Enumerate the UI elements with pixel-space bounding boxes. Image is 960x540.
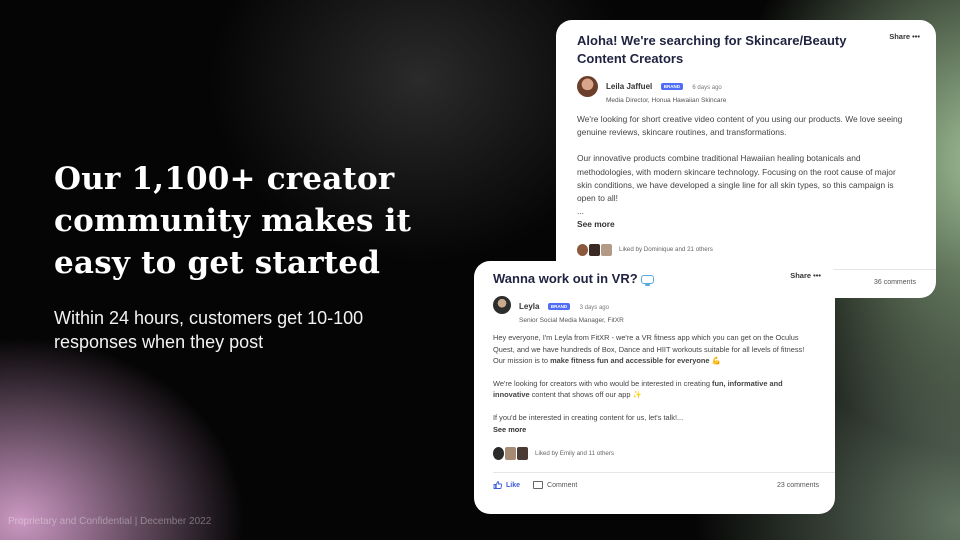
- likes-row: Liked by Emily and 11 others: [493, 447, 819, 461]
- author-name[interactable]: Leila Jaffuel: [606, 82, 652, 91]
- post-paragraph: Hey everyone, I'm Leyla from FitXR - we'…: [493, 332, 818, 367]
- like-label: Like: [506, 481, 521, 489]
- post-author: Leila Jaffuel BRAND 6 days ago Media Dir…: [577, 76, 916, 104]
- divider: [493, 472, 835, 474]
- post-paragraph: We're looking for creators with who woul…: [493, 378, 818, 401]
- avatar[interactable]: [493, 296, 511, 314]
- paragraph-text: content that shows off our app ✨: [529, 390, 642, 400]
- brand-badge: BRAND: [660, 83, 683, 90]
- paragraph-emphasis: make fitness fun and accessible for ever…: [550, 356, 710, 366]
- thumbs-up-icon: [493, 481, 502, 490]
- liker-avatar: [517, 447, 528, 461]
- liker-avatar: [589, 243, 600, 256]
- brand-badge: BRAND: [547, 303, 571, 310]
- post-card-vr: Share ••• Wanna work out in VR? Leyla BR…: [474, 261, 835, 514]
- paragraph-text: We're looking for creators with who woul…: [493, 378, 712, 388]
- post-body: Hey everyone, I'm Leyla from FitXR - we'…: [493, 332, 818, 435]
- post-paragraph: Our innovative products combine traditio…: [577, 153, 896, 204]
- paragraph-emoji: 💪: [709, 356, 721, 366]
- author-role: Senior Social Media Manager, FitXR: [519, 317, 624, 324]
- comment-label: Comment: [547, 481, 578, 489]
- liked-by-text[interactable]: Liked by Dominique and 21 others: [619, 246, 713, 253]
- comment-icon: [533, 481, 544, 490]
- author-name[interactable]: Leyla: [519, 302, 539, 311]
- comment-button[interactable]: Comment: [533, 481, 578, 490]
- post-time: 6 days ago: [692, 85, 722, 91]
- post-body: We're looking for short creative video c…: [577, 113, 907, 232]
- post-title-text: Wanna work out in VR?: [493, 271, 638, 286]
- post-title[interactable]: Aloha! We're searching for Skincare/Beau…: [577, 32, 877, 68]
- post-title[interactable]: Wanna work out in VR?: [493, 270, 819, 288]
- comments-count[interactable]: 23 comments: [777, 482, 819, 489]
- share-button[interactable]: Share •••: [790, 271, 821, 280]
- slide-subhead: Within 24 hours, customers get 10-100 re…: [54, 308, 364, 352]
- liker-avatar: [493, 447, 504, 461]
- liker-avatar: [577, 243, 588, 256]
- liker-avatar: [601, 243, 612, 256]
- like-button[interactable]: Like: [493, 481, 521, 490]
- post-actions: Like Comment 23 comments: [493, 481, 819, 490]
- post-ellipsis: ...: [577, 206, 584, 217]
- post-author: Leyla BRAND 3 days ago Senior Social Med…: [493, 296, 819, 324]
- slide-headline: Our 1,100+ creator community makes it ea…: [54, 161, 412, 281]
- vr-headset-icon: [640, 275, 654, 286]
- liked-by-text[interactable]: Liked by Emily and 11 others: [535, 450, 614, 457]
- likes-row: Liked by Dominique and 21 others: [577, 243, 916, 256]
- post-paragraph: If you'd be interested in creating conte…: [493, 412, 684, 422]
- share-button[interactable]: Share •••: [889, 32, 920, 41]
- post-card-skincare: Share ••• Aloha! We're searching for Ski…: [556, 20, 936, 298]
- see-more-link[interactable]: See more: [493, 424, 818, 436]
- comments-count[interactable]: 36 comments: [874, 279, 916, 286]
- post-paragraph: We're looking for short creative video c…: [577, 114, 903, 138]
- author-role: Media Director, Honua Hawaiian Skincare: [606, 97, 727, 104]
- avatar[interactable]: [577, 76, 598, 97]
- see-more-link[interactable]: See more: [577, 218, 907, 231]
- liker-avatar: [505, 447, 516, 461]
- post-time: 3 days ago: [579, 305, 609, 311]
- slide-footer: Proprietary and Confidential | December …: [8, 516, 212, 527]
